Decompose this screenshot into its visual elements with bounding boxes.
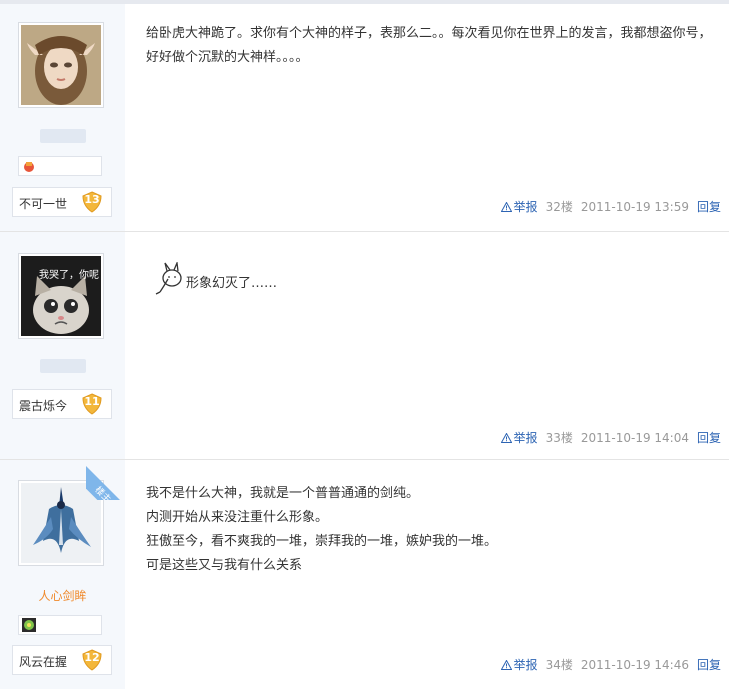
post-text-line: 内测开始从来没注重什么形象。 bbox=[146, 510, 329, 525]
warning-icon bbox=[500, 201, 512, 212]
report-link[interactable]: 举报 bbox=[500, 200, 538, 214]
post-time: 2011-10-19 13:59 bbox=[580, 200, 689, 214]
thread-author-corner-badge: 楼主 bbox=[86, 460, 126, 500]
game-badge-icon bbox=[24, 162, 34, 172]
post-floor-32: 不可一世 13 给卧虎大神跪了。求你有个大神的样子，表那么二。。每次看见你在世界… bbox=[0, 4, 729, 231]
post-time: 2011-10-19 14:46 bbox=[580, 658, 689, 672]
rabbit-emoticon-icon bbox=[155, 262, 182, 295]
avatar[interactable] bbox=[18, 22, 104, 108]
post-meta: 举报 32楼 2011-10-19 13:59 回复 bbox=[500, 198, 721, 215]
floor-number: 34楼 bbox=[545, 658, 573, 672]
author-sidebar: 我哭了，你呢 震古烁今 11 bbox=[0, 232, 125, 459]
author-sidebar: 不可一世 13 bbox=[0, 4, 125, 231]
post-content: 给卧虎大神跪了。求你有个大神的样子，表那么二。。每次看见你在世界上的发言，我都想… bbox=[146, 22, 716, 70]
member-level[interactable]: 风云在握 12 bbox=[12, 645, 112, 675]
post-content: 我不是什么大神，我就是一个普普通通的剑纯。 内测开始从来没注重什么形象。 狂傲至… bbox=[146, 482, 716, 578]
level-title: 风云在握 bbox=[19, 655, 68, 669]
level-badge: 11 bbox=[81, 393, 103, 415]
post-meta: 举报 34楼 2011-10-19 14:46 回复 bbox=[500, 656, 721, 673]
report-link[interactable]: 举报 bbox=[500, 431, 538, 445]
floor-number: 33楼 bbox=[545, 431, 573, 445]
username[interactable]: 人心剑眸 bbox=[0, 587, 125, 604]
post-text-line: 我不是什么大神，我就是一个普普通通的剑纯。 bbox=[146, 486, 420, 501]
username-blurred[interactable] bbox=[40, 359, 86, 373]
badge-icon-box bbox=[18, 615, 102, 635]
reply-link[interactable]: 回复 bbox=[697, 431, 721, 445]
author-sidebar: 人心剑眸 风云在握 12 楼主 bbox=[0, 460, 126, 689]
avatar-caption: 我哭了，你呢 bbox=[39, 270, 99, 281]
badge-icon-box bbox=[18, 156, 102, 176]
level-badge: 13 bbox=[81, 191, 103, 213]
report-link[interactable]: 举报 bbox=[500, 658, 538, 672]
sunburst-badge-icon bbox=[22, 618, 36, 632]
warning-icon bbox=[500, 432, 512, 443]
post-time: 2011-10-19 14:04 bbox=[580, 431, 689, 445]
post-text: 给卧虎大神跪了。求你有个大神的样子，表那么二。。每次看见你在世界上的发言，我都想… bbox=[146, 26, 712, 65]
post-text-line: 狂傲至今，看不爽我的一堆，崇拜我的一堆，嫉妒我的一堆。 bbox=[146, 534, 498, 549]
level-number: 12 bbox=[84, 651, 100, 664]
member-level[interactable]: 不可一世 13 bbox=[12, 187, 112, 217]
warning-icon bbox=[500, 659, 512, 670]
avatar[interactable]: 我哭了，你呢 bbox=[18, 253, 104, 339]
level-title: 不可一世 bbox=[19, 197, 68, 211]
reply-link[interactable]: 回复 bbox=[697, 658, 721, 672]
level-badge: 12 bbox=[81, 649, 103, 671]
username-blurred[interactable] bbox=[40, 129, 86, 143]
post-text-line: 可是这些又与我有什么关系 bbox=[146, 558, 303, 573]
post-meta: 举报 33楼 2011-10-19 14:04 回复 bbox=[500, 429, 721, 446]
level-number: 11 bbox=[84, 395, 100, 408]
floor-number: 32楼 bbox=[545, 200, 573, 214]
member-level[interactable]: 震古烁今 11 bbox=[12, 389, 112, 419]
doll-avatar-icon bbox=[21, 25, 101, 105]
post-floor-33: 我哭了，你呢 震古烁今 11 形象幻灭了…… 举报 33楼 2011-10-19 1… bbox=[0, 231, 729, 459]
post-text: 形象幻灭了…… bbox=[186, 276, 278, 291]
reply-link[interactable]: 回复 bbox=[697, 200, 721, 214]
level-title: 震古烁今 bbox=[19, 399, 68, 413]
corner-badge-label: 楼主 bbox=[92, 485, 113, 500]
level-number: 13 bbox=[84, 193, 100, 206]
post-floor-34: 人心剑眸 风云在握 12 楼主 我不是什么大神，我就是一个普普通通的剑纯。 内测… bbox=[0, 459, 729, 689]
